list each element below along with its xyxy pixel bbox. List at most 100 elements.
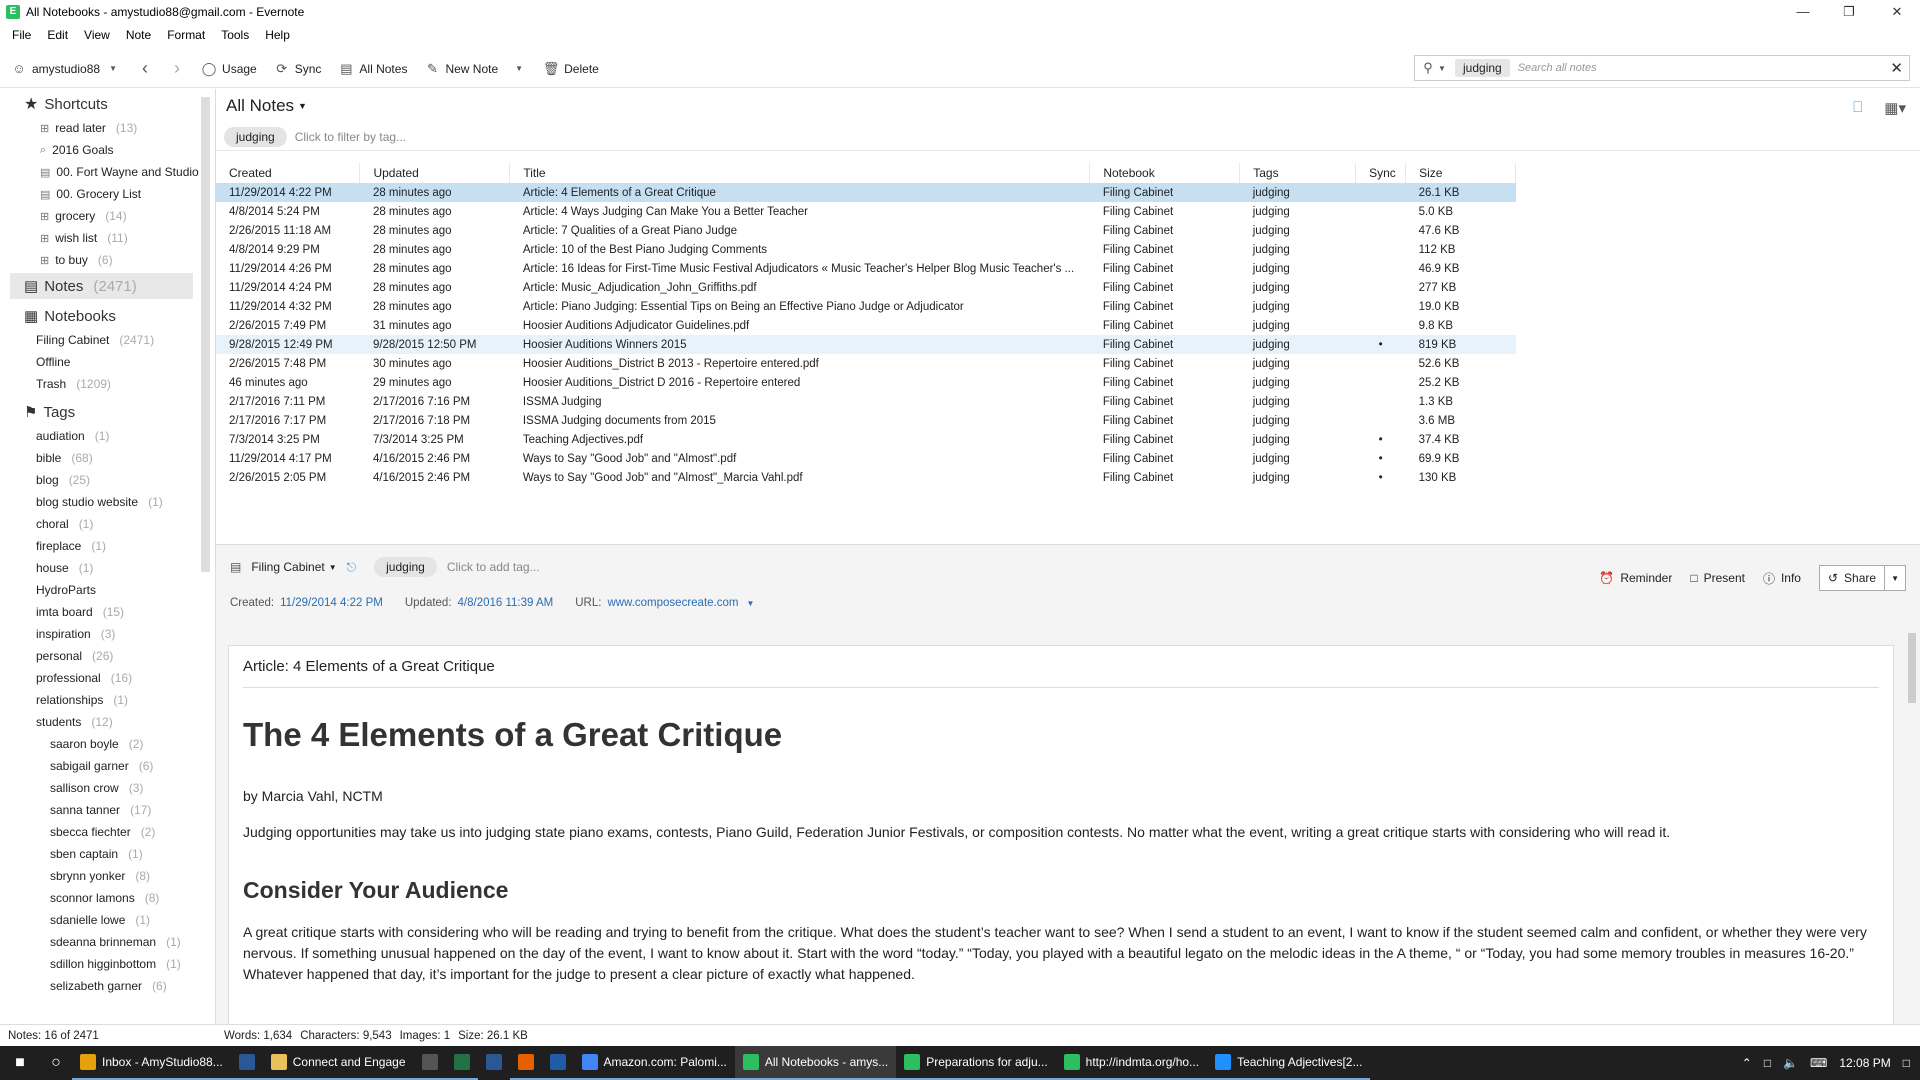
table-row[interactable]: 11/29/2014 4:22 PM 28 minutes ago Article:… <box>216 183 1516 202</box>
taskbar-app[interactable]: Connect and Engage <box>262 1046 414 1080</box>
chevron-down-icon[interactable]: ▼ <box>298 101 307 111</box>
sidebar-shortcut-item[interactable]: ⊞ grocery (14) <box>0 205 215 227</box>
sidebar-tag-item[interactable]: sconnor lamons (8) <box>0 887 215 909</box>
sidebar-tag-item[interactable]: sdeanna brinneman (1) <box>0 931 215 953</box>
sidebar-notebook-item[interactable]: Trash (1209) <box>0 373 215 395</box>
clear-search-icon[interactable]: ✕ <box>1890 59 1903 77</box>
table-row[interactable]: 2/17/2016 7:11 PM 2/17/2016 7:16 PM ISSMA … <box>216 392 1516 411</box>
menu-file[interactable]: File <box>4 28 39 42</box>
reminder-button[interactable]: ⏰ Reminder <box>1599 571 1672 585</box>
notifications-icon[interactable]: □ <box>1903 1056 1910 1070</box>
taskbar-app[interactable]: Preparations for adju... <box>896 1046 1056 1080</box>
menu-note[interactable]: Note <box>118 28 159 42</box>
sidebar-shortcut-item[interactable]: ▤ 00. Grocery List <box>0 183 215 205</box>
table-row[interactable]: 11/29/2014 4:24 PM 28 minutes ago Article:… <box>216 278 1516 297</box>
sidebar-tag-item[interactable]: sbrynn yonker (8) <box>0 865 215 887</box>
table-row[interactable]: 2/26/2015 2:05 PM 4/16/2015 2:46 PM Ways t… <box>216 468 1516 487</box>
taskbar-app[interactable] <box>445 1046 478 1080</box>
sidebar-tag-item[interactable]: sabigail garner (6) <box>0 755 215 777</box>
table-row[interactable]: 46 minutes ago 29 minutes ago Hoosier Audi… <box>216 373 1516 392</box>
sidebar-tag-item[interactable]: blog (25) <box>0 469 215 491</box>
sidebar-tag-item[interactable]: sallison crow (3) <box>0 777 215 799</box>
table-row[interactable]: 4/8/2014 5:24 PM 28 minutes ago Article: 4… <box>216 202 1516 221</box>
menu-view[interactable]: View <box>76 28 118 42</box>
chevron-up-icon[interactable]: ⌃ <box>1742 1056 1752 1070</box>
sidebar-item-notes[interactable]: ▤ Notes (2471) <box>10 273 193 299</box>
sidebar-scrollbar[interactable] <box>201 97 210 572</box>
sidebar-tag-item[interactable]: sbecca fiechter (2) <box>0 821 215 843</box>
sidebar-tag-item[interactable]: personal (26) <box>0 645 215 667</box>
notebook-selector[interactable]: Filing Cabinet <box>251 560 324 574</box>
table-row[interactable]: 2/26/2015 11:18 AM 28 minutes ago Article:… <box>216 221 1516 240</box>
source-url-link[interactable]: www.composecreate.com <box>607 597 738 609</box>
delete-button[interactable]: 🗑 Delete <box>535 55 608 83</box>
keyboard-icon[interactable]: ⌨ <box>1810 1056 1827 1070</box>
taskbar-app[interactable] <box>413 1046 446 1080</box>
network-icon[interactable]: □ <box>1764 1056 1771 1070</box>
table-row[interactable]: 11/29/2014 4:26 PM 28 minutes ago Article:… <box>216 259 1516 278</box>
sidebar-tag-item[interactable]: sdanielle lowe (1) <box>0 909 215 931</box>
search-token[interactable]: judging <box>1455 59 1510 77</box>
cortana-search-icon[interactable]: ○ <box>40 1046 72 1080</box>
taskbar-app[interactable]: Inbox - AmyStudio88... <box>72 1046 231 1080</box>
windows-start-icon[interactable]: ■ <box>0 1046 40 1080</box>
menu-help[interactable]: Help <box>257 28 298 42</box>
taskbar-app[interactable] <box>230 1046 263 1080</box>
sidebar-shortcut-item[interactable]: ⊞ wish list (11) <box>0 227 215 249</box>
sidebar-shortcut-item[interactable]: ⊞ read later (13) <box>0 117 215 139</box>
chevron-down-icon[interactable]: ▼ <box>1885 574 1905 583</box>
menu-edit[interactable]: Edit <box>39 28 76 42</box>
present-button[interactable]: □ Present <box>1690 571 1745 585</box>
sidebar-tag-item[interactable]: house (1) <box>0 557 215 579</box>
taskbar-app[interactable]: Amazon.com: Palomi... <box>573 1046 735 1080</box>
column-header-created[interactable]: Created <box>216 163 361 183</box>
table-row[interactable]: 9/28/2015 12:49 PM 9/28/2015 12:50 PM Hoos… <box>216 335 1516 354</box>
minimize-button[interactable]: — <box>1780 0 1826 23</box>
sidebar-tag-item[interactable]: students (12) <box>0 711 215 733</box>
table-row[interactable]: 7/3/2014 3:25 PM 7/3/2014 3:25 PM Teaching… <box>216 430 1516 449</box>
note-list-title[interactable]: All Notes <box>226 96 294 116</box>
taskbar-app[interactable]: All Notebooks - amys... <box>734 1046 897 1080</box>
table-row[interactable]: 2/17/2016 7:17 PM 2/17/2016 7:18 PM ISSMA … <box>216 411 1516 430</box>
table-row[interactable]: 2/26/2015 7:49 PM 31 minutes ago Hoosier A… <box>216 316 1516 335</box>
restore-button[interactable]: ❐ <box>1826 0 1872 23</box>
note-tag-chip[interactable]: judging <box>374 557 437 577</box>
note-body[interactable]: Article: 4 Elements of a Great Critique … <box>228 645 1894 1025</box>
add-tag-input[interactable]: Click to add tag... <box>447 560 540 574</box>
column-header-sync[interactable]: Sync <box>1355 163 1407 183</box>
new-note-button[interactable]: ✎ New Note ▼ <box>416 55 535 83</box>
forward-button[interactable]: › <box>161 55 193 83</box>
editor-scrollbar[interactable] <box>1908 633 1916 703</box>
sidebar-tag-item[interactable]: relationships (1) <box>0 689 215 711</box>
sidebar-tag-item[interactable]: blog studio website (1) <box>0 491 215 513</box>
created-date[interactable]: 11/29/2014 4:22 PM <box>280 597 383 609</box>
account-button[interactable]: ☺ amystudio88 ▼ <box>0 55 129 83</box>
taskbar-app[interactable] <box>509 1046 542 1080</box>
sidebar-shortcut-item[interactable]: ▤ 00. Fort Wayne and Studio <box>0 161 215 183</box>
volume-icon[interactable]: 🔈 <box>1783 1056 1798 1070</box>
column-header-updated[interactable]: Updated <box>359 163 511 183</box>
shortcuts-header[interactable]: ★ Shortcuts <box>0 91 215 117</box>
taskbar-app[interactable] <box>478 1046 510 1080</box>
column-header-notebook[interactable]: Notebook <box>1089 163 1241 183</box>
sidebar-tag-item[interactable]: sanna tanner (17) <box>0 799 215 821</box>
share-main[interactable]: ↺ Share <box>1820 566 1886 590</box>
filter-tag-input[interactable]: Click to filter by tag... <box>295 130 406 144</box>
chevron-down-icon[interactable]: ▼ <box>1435 61 1449 75</box>
sidebar-notebook-item[interactable]: Filing Cabinet (2471) <box>0 329 215 351</box>
taskbar-app[interactable]: Teaching Adjectives[2... <box>1207 1046 1371 1080</box>
sidebar-tag-item[interactable]: sdillon higginbottom (1) <box>0 953 215 975</box>
usage-button[interactable]: ◯ Usage <box>193 55 266 83</box>
chevron-down-icon[interactable]: ▼ <box>329 563 337 572</box>
note-title-field[interactable]: Article: 4 Elements of a Great Critique <box>243 646 1879 688</box>
info-button[interactable]: ⓘ Info <box>1763 570 1801 587</box>
sidebar-tag-item[interactable]: choral (1) <box>0 513 215 535</box>
taskbar-app[interactable] <box>541 1046 574 1080</box>
view-options-icon[interactable]: ▦▾ <box>1884 99 1906 117</box>
table-row[interactable]: 2/26/2015 7:48 PM 30 minutes ago Hoosier A… <box>216 354 1516 373</box>
sidebar-tag-item[interactable]: bible (68) <box>0 447 215 469</box>
all-notes-button[interactable]: ▤ All Notes <box>330 55 416 83</box>
chevron-down-icon[interactable]: ▼ <box>746 599 754 608</box>
search-box[interactable]: ⚲ ▼ judging Search all notes ✕ <box>1414 55 1910 81</box>
close-button[interactable]: ✕ <box>1874 0 1920 23</box>
